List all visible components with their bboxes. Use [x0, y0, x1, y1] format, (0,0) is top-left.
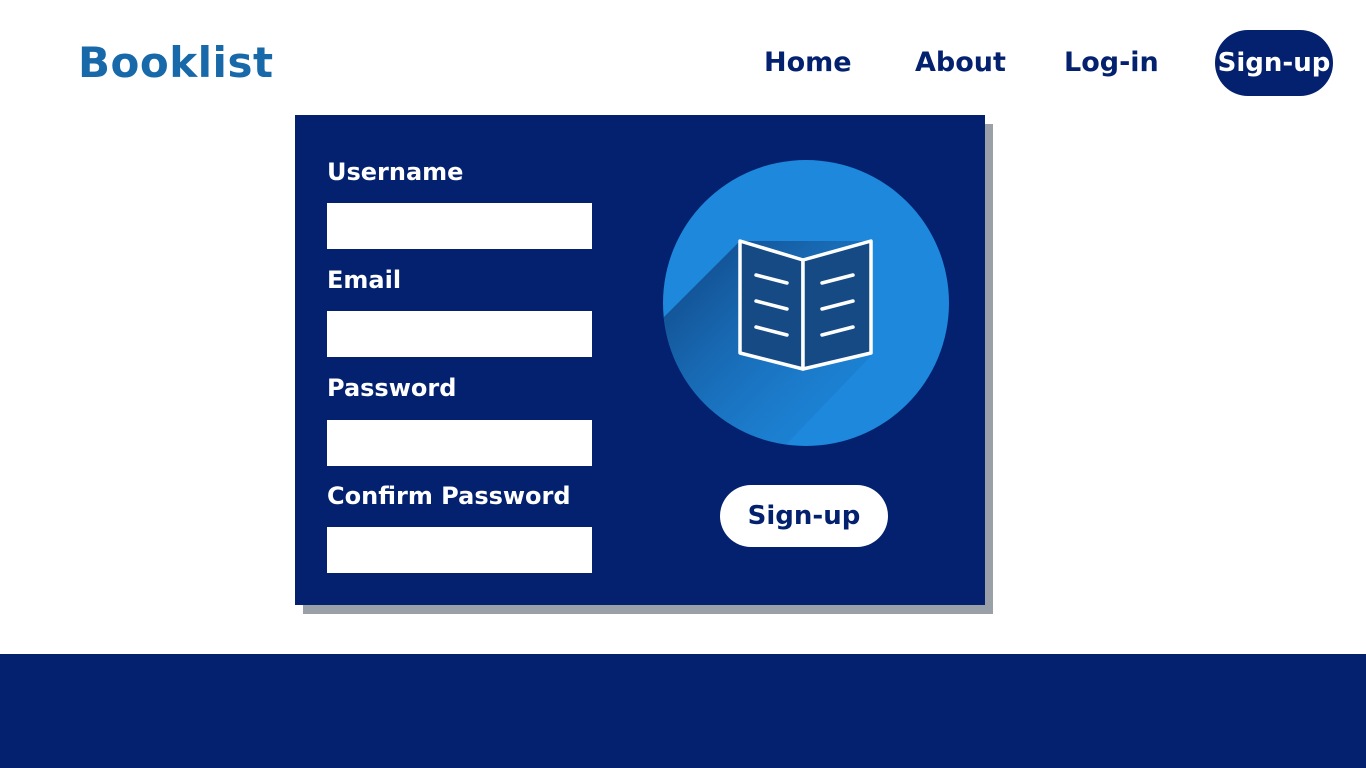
signup-card: Username Email Password Confirm Password — [295, 115, 985, 605]
open-book-icon — [663, 160, 949, 446]
nav-signup-button[interactable]: Sign-up — [1215, 30, 1333, 96]
confirm-password-label: Confirm Password — [327, 482, 571, 510]
nav-home-link[interactable]: Home — [764, 46, 852, 80]
confirm-password-input[interactable] — [327, 527, 592, 573]
nav-login-link[interactable]: Log-in — [1064, 46, 1159, 80]
password-label: Password — [327, 374, 457, 402]
password-input[interactable] — [327, 420, 592, 466]
footer-bar — [0, 654, 1366, 768]
brand-logo-text[interactable]: Booklist — [78, 38, 274, 88]
signup-submit-button[interactable]: Sign-up — [720, 485, 888, 547]
email-label: Email — [327, 266, 402, 294]
nav-about-link[interactable]: About — [915, 46, 1006, 80]
username-input[interactable] — [327, 203, 592, 249]
username-label: Username — [327, 158, 464, 186]
email-input[interactable] — [327, 311, 592, 357]
